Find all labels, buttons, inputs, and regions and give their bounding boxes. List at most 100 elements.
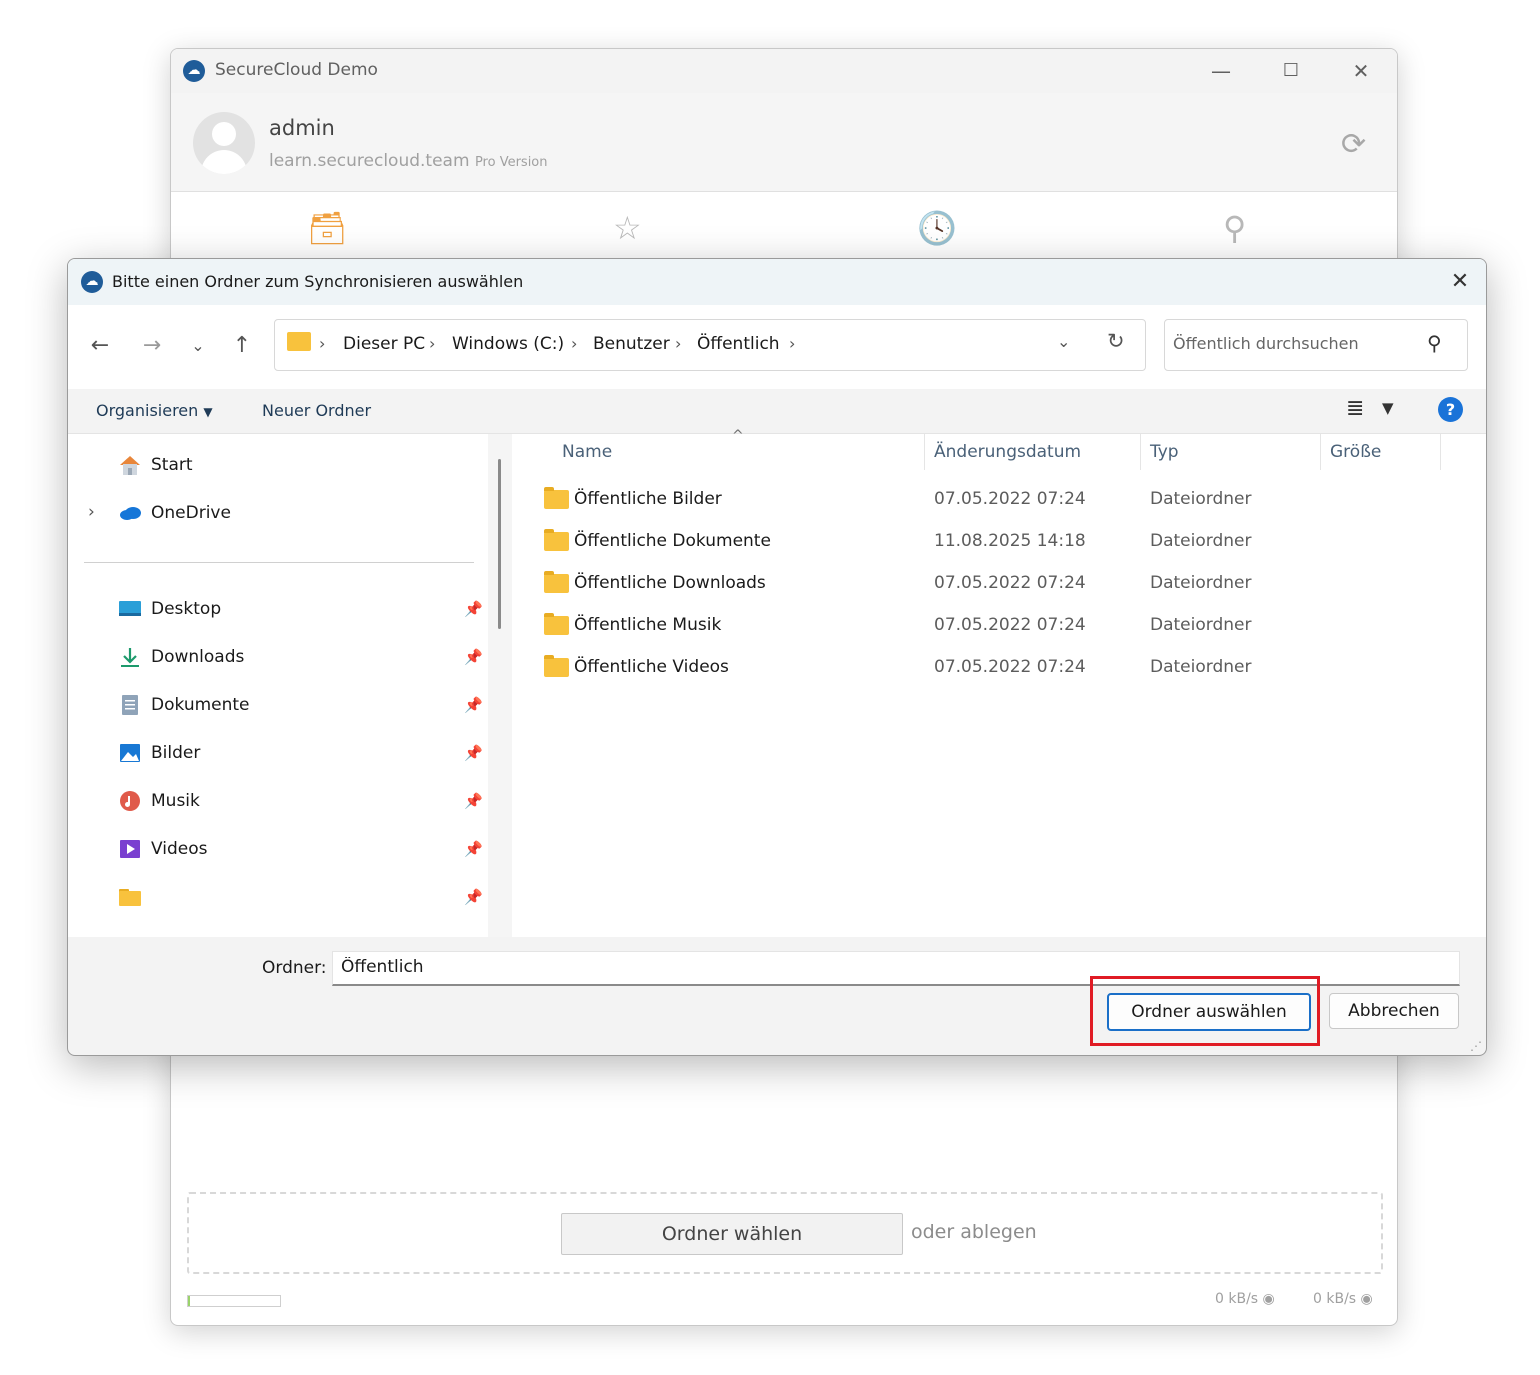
view-options-icon[interactable]: ≣	[1346, 396, 1364, 421]
video-icon	[120, 840, 140, 858]
star-icon[interactable]: ☆	[613, 209, 642, 247]
folder-picker-dialog: ☁ Bitte einen Ordner zum Synchronisieren…	[67, 258, 1487, 1056]
file-name: Öffentliche Dokumente	[574, 531, 771, 551]
pin-icon[interactable]: 📌	[464, 792, 483, 810]
sidebar-item-onedrive[interactable]: OneDrive	[118, 498, 458, 530]
sidebar-item-desktop[interactable]: Desktop	[118, 594, 458, 626]
file-type: Dateiordner	[1150, 573, 1252, 593]
minimize-button[interactable]: —	[1201, 57, 1241, 85]
up-button[interactable]: ↑	[226, 331, 258, 361]
sidebar-item-bilder[interactable]: Bilder	[118, 738, 458, 770]
pin-icon[interactable]: 📌	[464, 744, 483, 762]
pictures-icon	[120, 744, 140, 762]
column-separator[interactable]	[1440, 434, 1441, 470]
pin-icon[interactable]: 📌	[464, 696, 483, 714]
column-separator[interactable]	[1320, 434, 1321, 470]
file-date: 07.05.2022 07:24	[934, 573, 1086, 593]
address-bar[interactable]: › Dieser PC › Windows (C:) › Benutzer › …	[274, 319, 1146, 371]
dialog-close-button[interactable]: ✕	[1442, 267, 1478, 297]
inbox-icon[interactable]: 🗃	[307, 209, 348, 247]
choose-folder-button[interactable]: Ordner wählen	[561, 1213, 903, 1255]
file-type: Dateiordner	[1150, 531, 1252, 551]
search-box[interactable]: ⚲	[1164, 319, 1468, 371]
pin-icon[interactable]: 📌	[464, 648, 483, 666]
breadcrumb-separator[interactable]: ›	[571, 334, 577, 353]
sidebar-item-label: Bilder	[151, 743, 201, 763]
file-date: 07.05.2022 07:24	[934, 615, 1086, 635]
sidebar-item-downloads[interactable]: Downloads	[118, 642, 458, 674]
breadcrumb-separator[interactable]: ›	[675, 334, 681, 353]
folder-icon	[544, 571, 569, 593]
history-icon[interactable]: 🕓	[917, 209, 957, 247]
sidebar-item-label: Desktop	[151, 599, 222, 619]
file-date: 11.08.2025 14:18	[934, 531, 1086, 551]
breadcrumb-separator: ›	[319, 334, 326, 353]
refresh-icon[interactable]: ↻	[1107, 329, 1125, 353]
column-separator[interactable]	[1140, 434, 1141, 470]
edition-label: Pro Version	[474, 155, 548, 170]
file-type: Dateiordner	[1150, 615, 1252, 635]
recent-locations-button[interactable]: ⌄	[182, 331, 214, 361]
caret-down-icon[interactable]: ▼	[1382, 399, 1394, 417]
file-name: Öffentliche Bilder	[574, 489, 722, 509]
file-type: Dateiordner	[1150, 657, 1252, 677]
table-row[interactable]: Öffentliche Dokumente 11.08.2025 14:18 D…	[512, 520, 1486, 562]
table-row[interactable]: Öffentliche Downloads 07.05.2022 07:24 D…	[512, 562, 1486, 604]
sidebar-item-videos[interactable]: Videos	[118, 834, 458, 866]
column-separator[interactable]	[924, 434, 925, 470]
sidebar-item-label: Downloads	[151, 647, 245, 667]
breadcrumb-separator[interactable]: ›	[429, 334, 435, 353]
folder-name-input[interactable]	[341, 957, 1441, 977]
column-header-name[interactable]: Name	[562, 442, 612, 462]
close-button[interactable]: ✕	[1341, 57, 1381, 85]
music-icon	[120, 791, 140, 811]
sidebar-item-start[interactable]: Start	[118, 450, 458, 482]
sidebar-item-folder[interactable]	[118, 882, 458, 914]
home-icon	[120, 456, 140, 475]
app-title: SecureCloud Demo	[215, 60, 378, 80]
table-row[interactable]: Öffentliche Musik 07.05.2022 07:24 Datei…	[512, 604, 1486, 646]
maximize-button[interactable]: ☐	[1271, 57, 1311, 85]
forward-button[interactable]: →	[136, 331, 168, 361]
sidebar-item-musik[interactable]: Musik	[118, 786, 458, 818]
breadcrumb-windows-c[interactable]: Windows (C:)	[452, 334, 564, 354]
search-icon[interactable]: ⚲	[1427, 331, 1442, 355]
help-icon[interactable]: ?	[1438, 397, 1463, 422]
chevron-down-icon[interactable]: ⌄	[1057, 332, 1070, 351]
column-header-size[interactable]: Größe	[1330, 442, 1381, 462]
account-header: admin learn.securecloud.team Pro Version…	[171, 93, 1397, 192]
search-input[interactable]	[1173, 334, 1423, 353]
pin-icon[interactable]: 📌	[464, 600, 483, 618]
table-row[interactable]: Öffentliche Videos 07.05.2022 07:24 Date…	[512, 646, 1486, 688]
sidebar-item-label: OneDrive	[151, 503, 231, 523]
sync-icon[interactable]: ⟳	[1341, 127, 1366, 162]
expand-chevron-icon[interactable]: ›	[88, 502, 95, 522]
new-folder-button[interactable]: Neuer Ordner	[262, 401, 371, 420]
table-row[interactable]: Öffentliche Bilder 07.05.2022 07:24 Date…	[512, 478, 1486, 520]
download-status-icon: ◉	[1360, 1291, 1373, 1307]
cancel-button[interactable]: Abbrechen	[1329, 993, 1459, 1029]
pin-icon[interactable]: 📌	[464, 888, 483, 906]
organize-label: Organisieren	[96, 401, 199, 420]
resize-grip-icon[interactable]: ⋰	[1470, 1039, 1482, 1053]
breadcrumb-dieser-pc[interactable]: Dieser PC	[343, 334, 425, 354]
search-icon[interactable]: ⚲	[1223, 209, 1246, 247]
dropzone[interactable]: Ordner wählen oder ablegen	[187, 1192, 1383, 1274]
pin-icon[interactable]: 📌	[464, 840, 483, 858]
breadcrumb-benutzer[interactable]: Benutzer	[593, 334, 670, 354]
back-button[interactable]: ←	[84, 331, 116, 361]
breadcrumb-oeffentlich[interactable]: Öffentlich	[697, 334, 780, 354]
organize-button[interactable]: Organisieren ▼	[96, 401, 213, 420]
sort-ascending-icon: ^	[732, 428, 744, 444]
column-header-type[interactable]: Typ	[1150, 442, 1179, 462]
navigation-pane: Start › OneDrive Desktop 📌 Downloads 📌 D…	[68, 434, 488, 937]
folder-icon	[119, 889, 141, 906]
breadcrumb-separator[interactable]: ›	[789, 334, 795, 353]
folder-label: Ordner:	[262, 958, 327, 978]
nav-scrollbar[interactable]	[498, 459, 501, 629]
file-name: Öffentliche Videos	[574, 657, 729, 677]
column-header-date[interactable]: Änderungsdatum	[934, 442, 1081, 462]
sidebar-item-dokumente[interactable]: Dokumente	[118, 690, 458, 722]
upload-speed-value: 0 kB/s	[1215, 1291, 1259, 1307]
file-date: 07.05.2022 07:24	[934, 657, 1086, 677]
